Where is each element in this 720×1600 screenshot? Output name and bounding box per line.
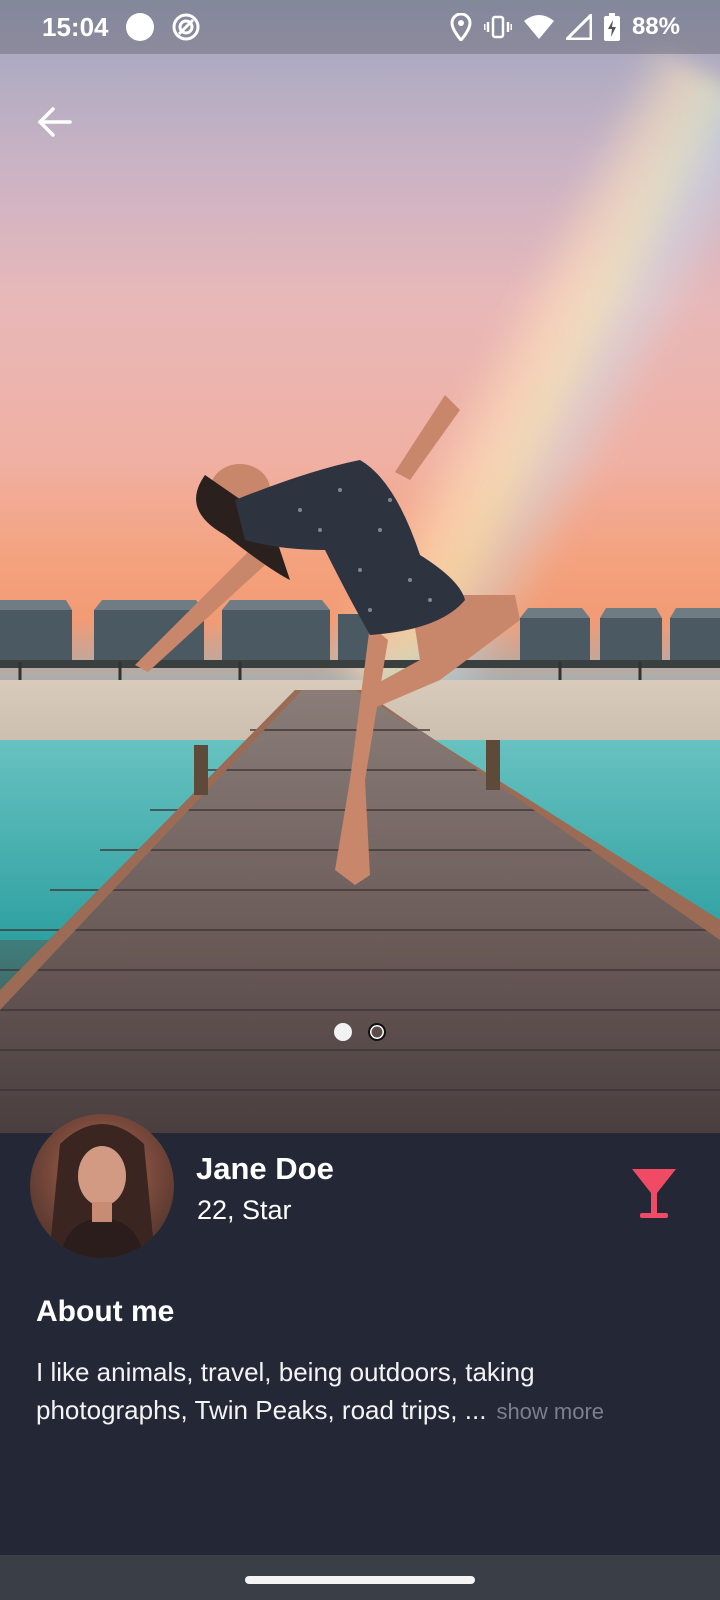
profile-name: Jane Doe — [196, 1151, 334, 1186]
wifi-icon — [523, 15, 554, 39]
avatar-portrait — [49, 1124, 155, 1258]
profile-age-sign: 22, Star — [197, 1195, 292, 1225]
pagination-dot-2[interactable] — [368, 1023, 386, 1041]
navigation-bar — [0, 1555, 720, 1600]
cocktail-icon[interactable] — [630, 1167, 678, 1221]
about-heading: About me — [36, 1295, 175, 1328]
profile-card: Jane Doe 22, Star About me I like animal… — [0, 1114, 720, 1553]
about-description: I like animals, travel, being outdoors, … — [36, 1357, 535, 1425]
arrow-left-icon — [38, 107, 72, 137]
profile-photo[interactable] — [0, 0, 720, 1133]
circle-dot-icon — [125, 13, 154, 41]
battery-charging-icon — [603, 13, 620, 41]
dancer-figure — [135, 395, 520, 885]
photo-pagination — [0, 1023, 720, 1041]
vibrate-icon — [483, 15, 512, 39]
sync-icon — [172, 13, 199, 41]
location-icon — [450, 13, 472, 41]
home-gesture-handle[interactable] — [245, 1576, 475, 1584]
status-time: 15:04 — [42, 11, 109, 42]
show-more-link[interactable]: show more — [496, 1399, 604, 1424]
battery-percent: 88% — [631, 13, 680, 40]
status-bar: 15:04 88% — [0, 0, 720, 54]
back-button[interactable] — [32, 100, 76, 144]
avatar[interactable] — [30, 1114, 174, 1258]
signal-icon — [565, 14, 592, 40]
about-text-block: I like animals, travel, being outdoors, … — [36, 1353, 686, 1431]
pagination-dot-1[interactable] — [334, 1023, 352, 1041]
